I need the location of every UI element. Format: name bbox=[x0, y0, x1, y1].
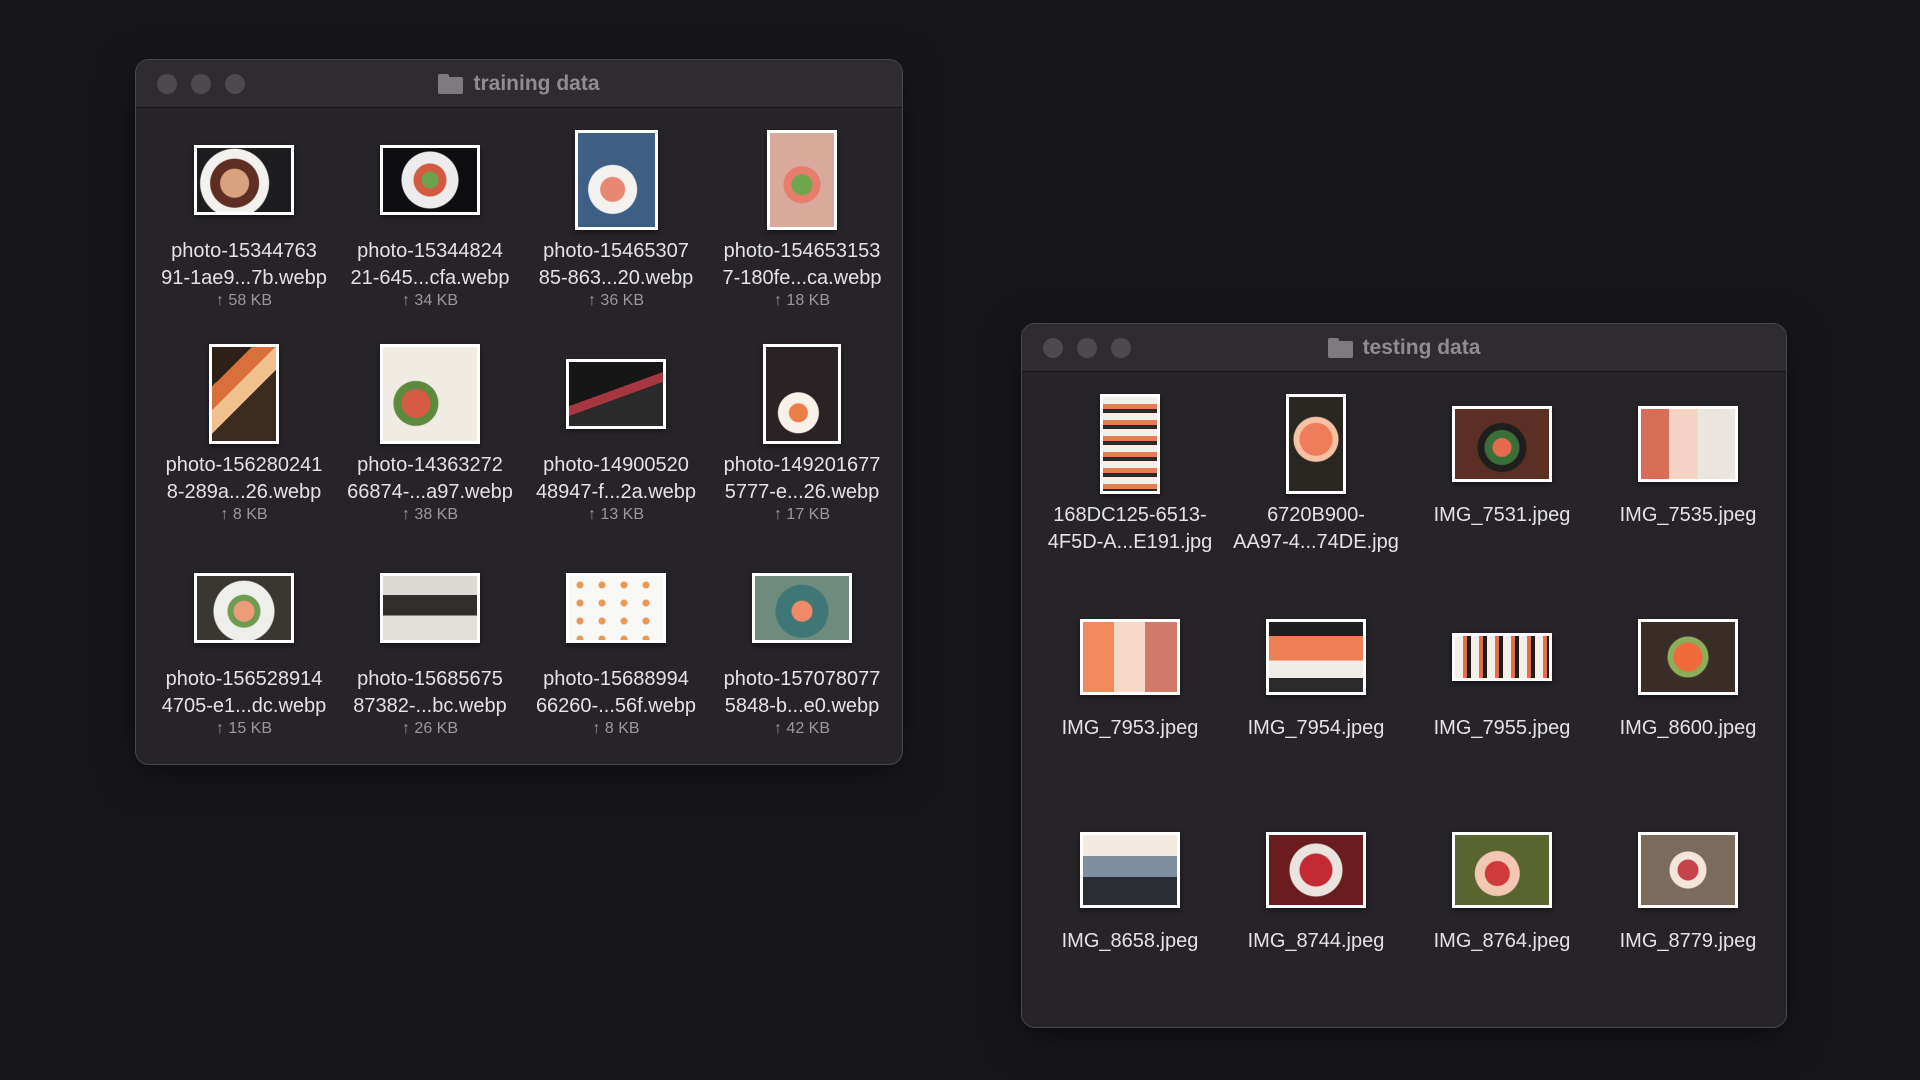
file-name: IMG_7955.jpeg bbox=[1433, 717, 1571, 739]
file-name: 168DC125-6513- 4F5D-A...E191.jpg bbox=[1047, 504, 1213, 553]
file-name: IMG_8764.jpeg bbox=[1433, 930, 1571, 952]
folder-icon bbox=[438, 73, 464, 94]
file-name: IMG_8779.jpeg bbox=[1619, 930, 1757, 952]
file-name: photo-15685675 87382-...bc.webp bbox=[353, 668, 507, 717]
file-size: ↑ 38 KB bbox=[401, 506, 459, 523]
file-size: ↑ 26 KB bbox=[401, 720, 459, 737]
image-thumbnail[interactable] bbox=[1100, 394, 1160, 494]
file-name: IMG_8658.jpeg bbox=[1061, 930, 1199, 952]
file-item[interactable]: IMG_7535.jpeg bbox=[1595, 372, 1781, 585]
file-name: photo-15344824 21-645...cfa.webp bbox=[350, 240, 510, 289]
file-size: ↑ 36 KB bbox=[587, 292, 645, 309]
file-item[interactable]: photo-14363272 66874-...a97.webp ↑ 38 KB bbox=[337, 322, 523, 536]
file-name: IMG_7954.jpeg bbox=[1247, 717, 1385, 739]
file-name: photo-15344763 91-1ae9...7b.webp bbox=[161, 240, 327, 289]
file-size: ↑ 58 KB bbox=[215, 292, 273, 309]
file-name: photo-15465307 85-863...20.webp bbox=[538, 240, 694, 289]
image-thumbnail[interactable] bbox=[1080, 832, 1180, 908]
file-name: 6720B900- AA97-4...74DE.jpg bbox=[1233, 504, 1399, 553]
window-title: training data bbox=[473, 71, 600, 95]
image-thumbnail[interactable] bbox=[194, 573, 294, 643]
image-thumbnail[interactable] bbox=[574, 130, 658, 230]
file-grid: photo-15344763 91-1ae9...7b.webp ↑ 58 KB … bbox=[151, 108, 895, 750]
image-thumbnail[interactable] bbox=[380, 344, 480, 444]
file-item[interactable]: 168DC125-6513- 4F5D-A...E191.jpg bbox=[1037, 372, 1223, 585]
image-thumbnail[interactable] bbox=[1638, 832, 1738, 908]
file-item[interactable]: photo-154653153 7-180fe...ca.webp ↑ 18 KB bbox=[709, 108, 895, 322]
image-thumbnail[interactable] bbox=[1452, 832, 1552, 908]
file-item[interactable]: photo-156280241 8-289a...26.webp ↑ 8 KB bbox=[151, 322, 337, 536]
file-name: photo-154653153 7-180fe...ca.webp bbox=[722, 240, 882, 289]
file-name: IMG_7535.jpeg bbox=[1619, 504, 1757, 526]
file-size: ↑ 18 KB bbox=[773, 292, 831, 309]
finder-window-testing[interactable]: testing data 168DC125-6513- 4F5D-A...E191… bbox=[1021, 323, 1787, 1028]
file-size: ↑ 42 KB bbox=[773, 720, 831, 737]
file-name: photo-149201677 5777-e...26.webp bbox=[723, 454, 881, 503]
image-thumbnail[interactable] bbox=[1638, 406, 1738, 482]
finder-window-training[interactable]: training data photo-15344763 91-1ae9...7b… bbox=[135, 59, 903, 765]
image-thumbnail[interactable] bbox=[1266, 619, 1366, 695]
file-name: IMG_8600.jpeg bbox=[1619, 717, 1757, 739]
file-name: photo-14363272 66874-...a97.webp bbox=[347, 454, 513, 503]
file-size: ↑ 17 KB bbox=[773, 506, 831, 523]
file-item[interactable]: IMG_8764.jpeg bbox=[1409, 798, 1595, 1011]
titlebar[interactable]: training data bbox=[136, 60, 902, 108]
file-name: IMG_7953.jpeg bbox=[1061, 717, 1199, 739]
file-item[interactable]: IMG_7531.jpeg bbox=[1409, 372, 1595, 585]
file-item[interactable]: IMG_8658.jpeg bbox=[1037, 798, 1223, 1011]
file-item[interactable]: photo-15344763 91-1ae9...7b.webp ↑ 58 KB bbox=[151, 108, 337, 322]
file-item[interactable]: IMG_7953.jpeg bbox=[1037, 585, 1223, 798]
file-name: photo-156528914 4705-e1...dc.webp bbox=[161, 668, 327, 717]
file-item[interactable]: photo-15688994 66260-...56f.webp ↑ 8 KB bbox=[523, 536, 709, 750]
file-item[interactable]: photo-149201677 5777-e...26.webp ↑ 17 KB bbox=[709, 322, 895, 536]
file-size: ↑ 13 KB bbox=[587, 506, 645, 523]
file-name: IMG_7531.jpeg bbox=[1433, 504, 1571, 526]
file-item[interactable]: IMG_7954.jpeg bbox=[1223, 585, 1409, 798]
file-item[interactable]: IMG_7955.jpeg bbox=[1409, 585, 1595, 798]
file-grid: 168DC125-6513- 4F5D-A...E191.jpg 6720B900… bbox=[1037, 372, 1781, 1011]
image-thumbnail[interactable] bbox=[380, 573, 480, 643]
image-thumbnail[interactable] bbox=[1266, 832, 1366, 908]
image-thumbnail[interactable] bbox=[1452, 406, 1552, 482]
file-item[interactable]: IMG_8744.jpeg bbox=[1223, 798, 1409, 1011]
file-name: photo-156280241 8-289a...26.webp bbox=[165, 454, 323, 503]
image-thumbnail[interactable] bbox=[1080, 619, 1180, 695]
titlebar[interactable]: testing data bbox=[1022, 324, 1786, 372]
image-thumbnail[interactable] bbox=[566, 573, 666, 643]
image-thumbnail[interactable] bbox=[566, 359, 666, 429]
file-name: IMG_8744.jpeg bbox=[1247, 930, 1385, 952]
file-name: photo-15688994 66260-...56f.webp bbox=[535, 668, 697, 717]
file-size: ↑ 15 KB bbox=[215, 720, 273, 737]
image-thumbnail[interactable] bbox=[194, 145, 294, 215]
image-thumbnail[interactable] bbox=[1638, 619, 1738, 695]
file-item[interactable]: photo-15344824 21-645...cfa.webp ↑ 34 KB bbox=[337, 108, 523, 322]
file-name: photo-14900520 48947-f...2a.webp bbox=[535, 454, 697, 503]
file-item[interactable]: photo-15465307 85-863...20.webp ↑ 36 KB bbox=[523, 108, 709, 322]
image-thumbnail[interactable] bbox=[763, 344, 841, 444]
image-thumbnail[interactable] bbox=[752, 573, 852, 643]
folder-icon bbox=[1327, 337, 1353, 358]
file-item[interactable]: IMG_8779.jpeg bbox=[1595, 798, 1781, 1011]
image-thumbnail[interactable] bbox=[1452, 633, 1552, 681]
image-thumbnail[interactable] bbox=[767, 130, 837, 230]
image-thumbnail[interactable] bbox=[380, 145, 480, 215]
file-item[interactable]: 6720B900- AA97-4...74DE.jpg bbox=[1223, 372, 1409, 585]
file-name: photo-157078077 5848-b...e0.webp bbox=[723, 668, 881, 717]
file-item[interactable]: photo-157078077 5848-b...e0.webp ↑ 42 KB bbox=[709, 536, 895, 750]
image-thumbnail[interactable] bbox=[1286, 394, 1346, 494]
file-item[interactable]: photo-14900520 48947-f...2a.webp ↑ 13 KB bbox=[523, 322, 709, 536]
file-item[interactable]: photo-156528914 4705-e1...dc.webp ↑ 15 KB bbox=[151, 536, 337, 750]
image-thumbnail[interactable] bbox=[209, 344, 279, 444]
window-title: testing data bbox=[1362, 335, 1481, 359]
file-item[interactable]: IMG_8600.jpeg bbox=[1595, 585, 1781, 798]
file-size: ↑ 8 KB bbox=[592, 720, 640, 737]
file-size: ↑ 34 KB bbox=[401, 292, 459, 309]
file-size: ↑ 8 KB bbox=[220, 506, 268, 523]
file-item[interactable]: photo-15685675 87382-...bc.webp ↑ 26 KB bbox=[337, 536, 523, 750]
